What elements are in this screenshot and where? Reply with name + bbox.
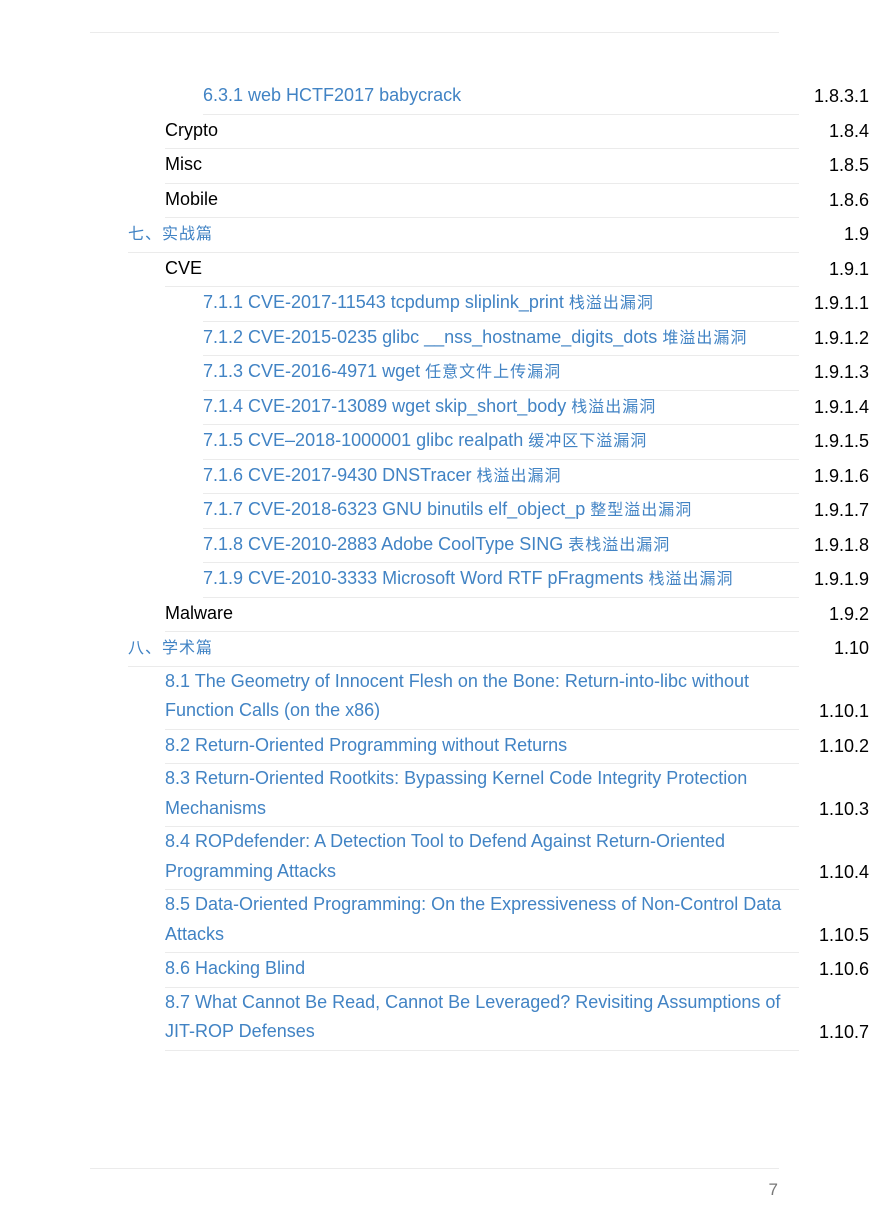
- toc-entry[interactable]: 8.4 ROPdefender: A Detection Tool to Def…: [0, 827, 869, 890]
- toc-entry-number: 1.9.1.3: [813, 362, 869, 382]
- toc-entry-title: Crypto: [165, 116, 799, 149]
- toc-entry[interactable]: 6.3.1 web HCTF2017 babycrack 1.8.3.1: [0, 80, 869, 115]
- toc-entry-number: 1.9.1.5: [813, 431, 869, 451]
- toc-entry-title[interactable]: 8.1 The Geometry of Innocent Flesh on th…: [165, 667, 799, 730]
- toc-entry-title[interactable]: 7.1.9 CVE-2010-3333 Microsoft Word RTF p…: [203, 564, 799, 598]
- toc-entry-number: 1.8.6: [828, 189, 869, 210]
- toc-entry[interactable]: 8.3 Return-Oriented Rootkits: Bypassing …: [0, 764, 869, 827]
- toc-entry[interactable]: 七、实战篇 1.9: [0, 218, 869, 253]
- toc-entry-title[interactable]: 7.1.8 CVE-2010-2883 Adobe CoolType SING …: [203, 530, 799, 563]
- toc-entry[interactable]: 7.1.5 CVE–2018-1000001 glibc realpath 缓冲…: [0, 425, 869, 460]
- toc-entry[interactable]: 7.1.3 CVE-2016-4971 wget 任意文件上传漏洞 1.9.1.3: [0, 356, 869, 391]
- toc-entry-title[interactable]: 7.1.6 CVE-2017-9430 DNSTracer 栈溢出漏洞: [203, 461, 799, 494]
- toc-entry-title[interactable]: 8.7 What Cannot Be Read, Cannot Be Lever…: [165, 988, 799, 1051]
- footer-rule: [90, 1168, 779, 1169]
- toc-entry-number: 1.8.4: [828, 120, 869, 141]
- toc-entry: Malware 1.9.2: [0, 598, 869, 632]
- toc-entry-number: 1.10.1: [818, 701, 869, 721]
- toc-entry-number: 1.10: [833, 638, 869, 658]
- toc-entry[interactable]: 八、学术篇 1.10: [0, 632, 869, 667]
- table-of-contents: 6.3.1 web HCTF2017 babycrack 1.8.3.1 Crypt…: [0, 80, 869, 1051]
- toc-entry-number: 1.9.1.9: [813, 569, 869, 589]
- toc-entry-title[interactable]: 8.2 Return-Oriented Programming without …: [165, 731, 799, 764]
- toc-entry: Mobile 1.8.6: [0, 184, 869, 218]
- toc-entry[interactable]: 8.1 The Geometry of Innocent Flesh on th…: [0, 667, 869, 730]
- toc-entry-number: 1.9.1: [828, 258, 869, 279]
- toc-entry[interactable]: 8.5 Data-Oriented Programming: On the Ex…: [0, 890, 869, 953]
- toc-entry-number: 1.10.4: [818, 861, 869, 882]
- toc-entry-title[interactable]: 八、学术篇: [128, 633, 799, 667]
- toc-entry[interactable]: 7.1.9 CVE-2010-3333 Microsoft Word RTF p…: [0, 563, 869, 598]
- toc-entry[interactable]: 7.1.8 CVE-2010-2883 Adobe CoolType SING …: [0, 529, 869, 563]
- toc-entry[interactable]: 8.2 Return-Oriented Programming without …: [0, 730, 869, 764]
- toc-entry-title[interactable]: 7.1.5 CVE–2018-1000001 glibc realpath 缓冲…: [203, 426, 799, 460]
- toc-entry: CVE 1.9.1: [0, 253, 869, 287]
- toc-entry-number: 1.9.1.4: [813, 396, 869, 417]
- page-number: 7: [768, 1180, 778, 1199]
- toc-entry-title: Misc: [165, 150, 799, 184]
- toc-entry-number: 1.10.7: [818, 1022, 869, 1042]
- toc-entry-title[interactable]: 8.4 ROPdefender: A Detection Tool to Def…: [165, 827, 799, 890]
- toc-entry-title[interactable]: 8.3 Return-Oriented Rootkits: Bypassing …: [165, 764, 799, 827]
- toc-entry-number: 1.10.3: [818, 798, 869, 819]
- toc-entry-number: 1.9.1.6: [813, 465, 869, 486]
- toc-entry-number: 1.10.5: [818, 924, 869, 945]
- toc-entry-title[interactable]: 7.1.4 CVE-2017-13089 wget skip_short_bod…: [203, 392, 799, 425]
- toc-entry-number: 1.8.3.1: [813, 86, 869, 106]
- toc-entry[interactable]: 7.1.2 CVE-2015-0235 glibc __nss_hostname…: [0, 322, 869, 356]
- toc-entry[interactable]: 7.1.1 CVE-2017-11543 tcpdump sliplink_pr…: [0, 287, 869, 322]
- toc-entry-number: 1.9.1.1: [813, 293, 869, 313]
- toc-entry[interactable]: 7.1.4 CVE-2017-13089 wget skip_short_bod…: [0, 391, 869, 425]
- toc-entry-title: Malware: [165, 599, 799, 632]
- toc-entry[interactable]: 7.1.6 CVE-2017-9430 DNSTracer 栈溢出漏洞 1.9.1…: [0, 460, 869, 494]
- toc-entry-title: Mobile: [165, 185, 799, 218]
- toc-entry-number: 1.9: [843, 224, 869, 244]
- toc-entry[interactable]: 8.7 What Cannot Be Read, Cannot Be Lever…: [0, 988, 869, 1051]
- toc-entry: Crypto 1.8.4: [0, 115, 869, 149]
- toc-entry-number: 1.8.5: [828, 155, 869, 175]
- toc-entry-number: 1.9.2: [828, 603, 869, 624]
- toc-entry-title[interactable]: 8.5 Data-Oriented Programming: On the Ex…: [165, 890, 799, 953]
- toc-entry-number: 1.10.6: [818, 959, 869, 979]
- toc-entry-title[interactable]: 7.1.2 CVE-2015-0235 glibc __nss_hostname…: [203, 323, 799, 356]
- toc-entry-title[interactable]: 七、实战篇: [128, 219, 799, 253]
- toc-entry-title[interactable]: 7.1.7 CVE-2018-6323 GNU binutils elf_obj…: [203, 495, 799, 529]
- header-rule: [90, 32, 779, 33]
- toc-entry: Misc 1.8.5: [0, 149, 869, 184]
- toc-entry-number: 1.9.1.7: [813, 500, 869, 520]
- toc-entry[interactable]: 8.6 Hacking Blind 1.10.6: [0, 953, 869, 988]
- toc-entry[interactable]: 7.1.7 CVE-2018-6323 GNU binutils elf_obj…: [0, 494, 869, 529]
- toc-entry-title[interactable]: 7.1.1 CVE-2017-11543 tcpdump sliplink_pr…: [203, 288, 799, 322]
- toc-entry-number: 1.10.2: [818, 735, 869, 756]
- toc-entry-number: 1.9.1.8: [813, 534, 869, 555]
- toc-entry-number: 1.9.1.2: [813, 327, 869, 348]
- toc-entry-title[interactable]: 8.6 Hacking Blind: [165, 954, 799, 988]
- toc-entry-title[interactable]: 6.3.1 web HCTF2017 babycrack: [203, 81, 799, 115]
- toc-entry-title[interactable]: 7.1.3 CVE-2016-4971 wget 任意文件上传漏洞: [203, 357, 799, 391]
- toc-entry-title: CVE: [165, 254, 799, 287]
